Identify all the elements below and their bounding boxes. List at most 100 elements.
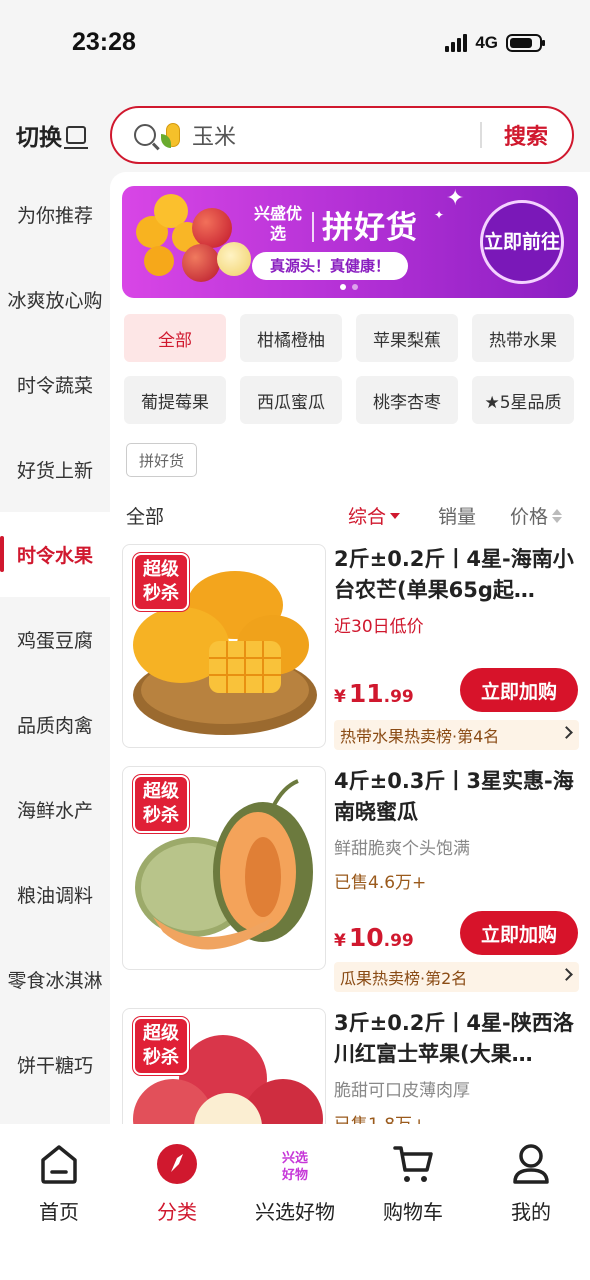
price-currency: ¥ xyxy=(334,687,346,707)
filter-chip[interactable]: ★5星品质 xyxy=(472,376,574,424)
nav-profile[interactable]: 我的 xyxy=(472,1124,590,1234)
sort-current-category: 全部 xyxy=(126,506,165,528)
status-bar: 23:28 4G xyxy=(0,0,590,88)
rank-text: 热带水果热卖榜·第4名 xyxy=(340,727,500,746)
sort-comprehensive-label: 综合 xyxy=(348,506,387,528)
xingxuan-logo-icon: 兴选 好物 xyxy=(273,1142,317,1186)
nav-home[interactable]: 首页 xyxy=(0,1124,118,1234)
nav-label: 我的 xyxy=(511,1200,551,1224)
filter-chip[interactable]: 葡提莓果 xyxy=(124,376,226,424)
sold-count: 已售4.6万+ xyxy=(334,873,427,893)
nav-label: 分类 xyxy=(157,1200,197,1224)
pagination-dot xyxy=(340,284,346,290)
rank-link[interactable]: 热带水果热卖榜·第4名 xyxy=(334,720,579,750)
product-price: ¥ 11 .99 xyxy=(334,679,414,708)
home-icon xyxy=(37,1142,81,1186)
sort-sales[interactable]: 销量 xyxy=(438,502,476,529)
price-decimal: .99 xyxy=(383,931,414,951)
price-currency: ¥ xyxy=(334,931,346,951)
product-title[interactable]: 4斤±0.3斤丨3星实惠-海南晓蜜瓜 xyxy=(334,766,580,828)
search-button[interactable]: 搜索 xyxy=(504,119,548,151)
category-icon xyxy=(155,1142,199,1186)
sidebar-item[interactable]: 时令蔬菜 xyxy=(0,342,110,427)
sort-price-label: 价格 xyxy=(510,506,549,528)
switch-mode-icon xyxy=(64,126,88,149)
flash-sale-badge: 超级秒杀 xyxy=(133,553,189,611)
product-image[interactable]: 超级秒杀 xyxy=(122,766,326,970)
status-time: 23:28 xyxy=(72,28,136,56)
sort-toggle-icon xyxy=(552,508,563,523)
switch-button[interactable]: 切换 xyxy=(16,118,88,152)
filter-chip[interactable]: 全部 xyxy=(124,314,226,362)
filter-chip[interactable]: 柑橘橙柚 xyxy=(240,314,342,362)
filter-chip[interactable]: 苹果梨蕉 xyxy=(356,314,458,362)
sort-comprehensive[interactable]: 综合 xyxy=(348,502,401,529)
filter-chip[interactable]: 西瓜蜜瓜 xyxy=(240,376,342,424)
tag-filter-chip[interactable]: 拼好货 xyxy=(126,443,198,477)
product-tag: 脆甜可口皮薄肉厚 xyxy=(334,1081,470,1101)
battery-icon xyxy=(506,34,545,52)
status-indicators: 4G xyxy=(445,33,545,53)
sort-sales-label: 销量 xyxy=(438,506,477,528)
svg-text:兴选: 兴选 xyxy=(282,1150,308,1166)
product-price: ¥ 10 .99 xyxy=(334,923,414,952)
sidebar-item[interactable]: 零食冰淇淋 xyxy=(0,937,110,1022)
profile-icon xyxy=(509,1142,553,1186)
product-image[interactable]: 超级秒杀 xyxy=(122,1008,326,1124)
sidebar-item[interactable]: 鸡蛋豆腐 xyxy=(0,597,110,682)
sidebar-item[interactable]: 为你推荐 xyxy=(0,172,110,257)
rank-link[interactable]: 瓜果热卖榜·第2名 xyxy=(334,962,579,992)
chevron-right-icon xyxy=(560,968,573,981)
corn-icon xyxy=(161,123,180,148)
sidebar-item[interactable]: 品质肉禽 xyxy=(0,682,110,767)
search-input[interactable]: 玉米 搜索 xyxy=(110,106,574,164)
nav-cart[interactable]: 购物车 xyxy=(354,1124,472,1234)
network-type: 4G xyxy=(475,33,498,52)
sold-count: 已售1.8万+ xyxy=(334,1110,426,1124)
apple-image xyxy=(217,242,251,276)
sidebar-item[interactable]: 饼干糖巧 xyxy=(0,1022,110,1107)
product-card[interactable]: 超级秒杀 2斤±0.2斤丨4星-海南小台农芒(单果65g起… 近30日低价 ¥ … xyxy=(110,544,590,776)
search-row: 切换 玉米 搜索 xyxy=(0,104,590,166)
sort-price[interactable]: 价格 xyxy=(510,502,563,529)
sparkle-icon: ✦ xyxy=(446,186,465,211)
product-title[interactable]: 2斤±0.2斤丨4星-海南小台农芒(单果65g起… xyxy=(334,544,580,606)
product-title[interactable]: 3斤±0.2斤丨4星-陕西洛川红富士苹果(大果… xyxy=(334,1008,580,1070)
search-icon xyxy=(134,124,156,146)
filter-chips: 全部 柑橘橙柚 苹果梨蕉 热带水果葡提莓果 西瓜蜜瓜 桃李杏枣 ★5星品质 xyxy=(124,314,580,424)
product-tag: 近30日低价 xyxy=(334,617,424,637)
nav-category[interactable]: 分类 xyxy=(118,1124,236,1234)
add-to-cart-button[interactable]: 立即加购 xyxy=(460,911,578,955)
product-card[interactable]: 超级秒杀 4斤±0.3斤丨3星实惠-海南晓蜜瓜 鲜甜脆爽个头饱满 已售4.6万+… xyxy=(110,766,590,998)
flash-sale-badge: 超级秒杀 xyxy=(133,1017,189,1075)
sparkle-icon: ✦ xyxy=(434,208,445,222)
nav-label: 兴选好物 xyxy=(255,1200,335,1224)
product-tag: 鲜甜脆爽个头饱满 xyxy=(334,839,470,859)
promo-banner[interactable]: 兴盛优选 拼好货 ✦ ✦ 真源头！真健康！ 立即前往 xyxy=(122,186,578,298)
add-to-cart-button[interactable]: 立即加购 xyxy=(460,668,578,712)
filter-chip[interactable]: 热带水果 xyxy=(472,314,574,362)
sidebar-item[interactable]: 好货上新 xyxy=(0,427,110,512)
search-placeholder: 玉米 xyxy=(192,125,237,150)
rank-text: 瓜果热卖榜·第2名 xyxy=(340,969,468,988)
product-card[interactable]: 超级秒杀 3斤±0.2斤丨4星-陕西洛川红富士苹果(大果… 脆甜可口皮薄肉厚 已… xyxy=(110,1008,590,1124)
banner-pagination xyxy=(340,284,358,290)
price-integer: 11 xyxy=(348,679,384,708)
product-image[interactable]: 超级秒杀 xyxy=(122,544,326,748)
sidebar-item[interactable]: 时令水果 xyxy=(0,512,110,597)
filter-chip[interactable]: 桃李杏枣 xyxy=(356,376,458,424)
banner-cta-button[interactable]: 立即前往 xyxy=(480,200,564,284)
sidebar-item[interactable]: 粮油调料 xyxy=(0,852,110,937)
banner-brand: 兴盛优选 xyxy=(254,204,303,243)
apple-image xyxy=(192,208,232,248)
pagination-dot xyxy=(352,284,358,290)
search-divider xyxy=(480,122,482,148)
nav-xingxuan[interactable]: 兴选 好物 兴选好物 xyxy=(236,1124,354,1234)
price-decimal: .99 xyxy=(383,687,414,707)
bottom-nav: 首页 分类 兴选 好物 兴选好物 购物车 我的 xyxy=(0,1124,590,1280)
sidebar-item[interactable]: 冰爽放心购 xyxy=(0,257,110,342)
banner-slogan: 真源头！真健康！ xyxy=(252,252,409,280)
sort-bar: 全部 综合 销量 价格 xyxy=(110,494,590,534)
nav-label: 首页 xyxy=(39,1200,79,1224)
sidebar-item[interactable]: 海鲜水产 xyxy=(0,767,110,852)
